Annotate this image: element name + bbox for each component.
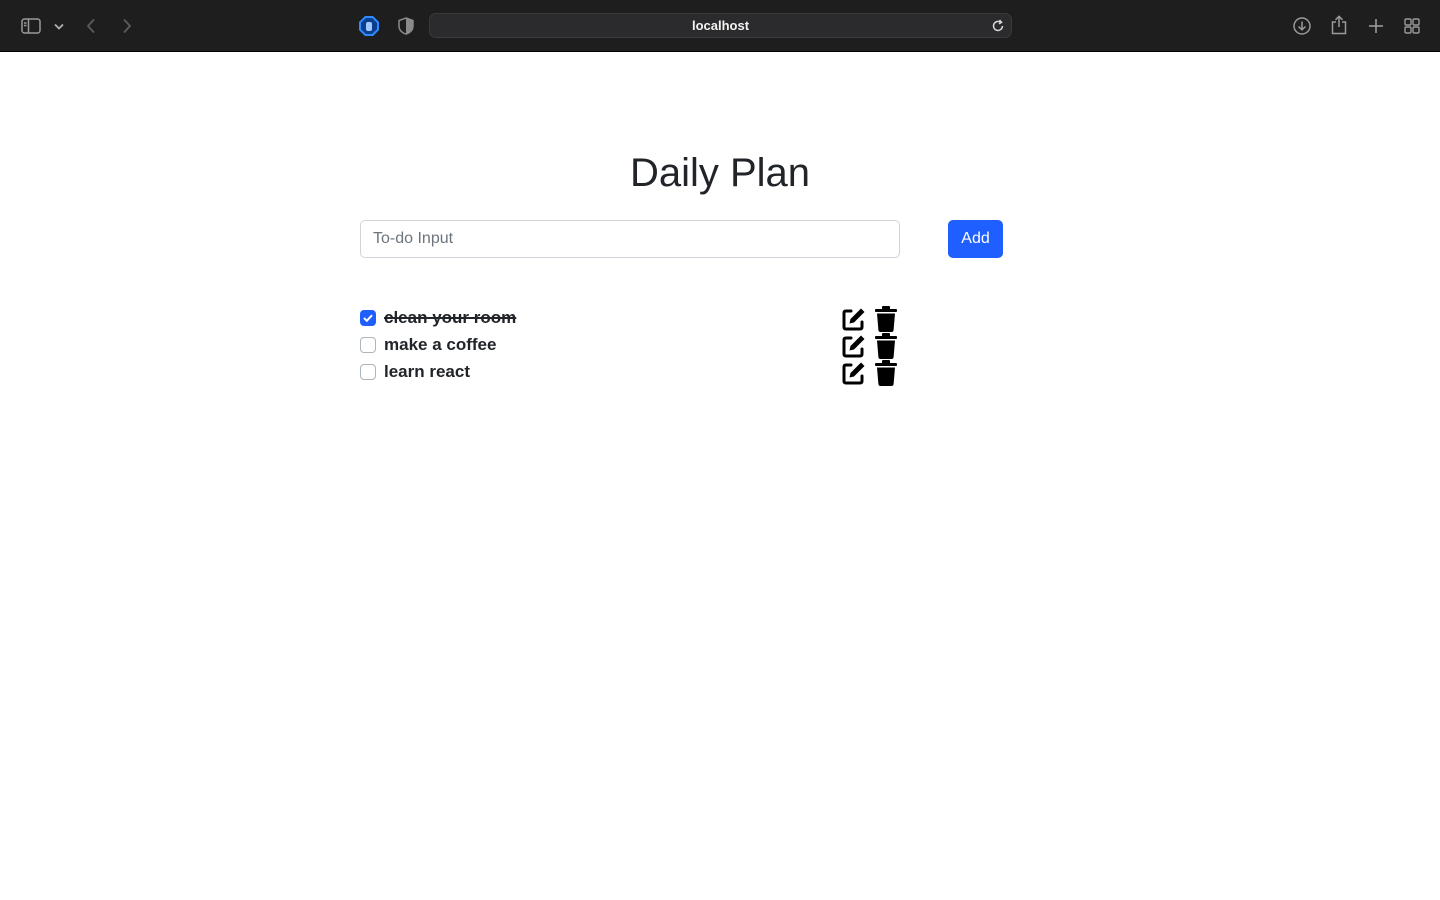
edit-icon[interactable] bbox=[840, 359, 868, 386]
sidebar-toggle-icon[interactable] bbox=[20, 16, 42, 36]
todo-item: make a coffee bbox=[360, 331, 905, 359]
extension-hand-icon[interactable] bbox=[357, 14, 381, 38]
todo-item: clean your room bbox=[360, 304, 905, 332]
todo-checkbox[interactable] bbox=[360, 336, 376, 353]
download-icon[interactable] bbox=[1291, 15, 1313, 37]
share-icon[interactable] bbox=[1329, 13, 1349, 37]
todo-actions bbox=[840, 305, 900, 332]
todo-input[interactable] bbox=[360, 220, 900, 258]
reload-icon[interactable] bbox=[991, 19, 1005, 38]
browser-toolbar: localhost bbox=[0, 0, 1440, 52]
todo-checkbox[interactable] bbox=[360, 363, 376, 380]
edit-icon[interactable] bbox=[840, 332, 868, 359]
back-arrow-icon[interactable] bbox=[82, 15, 100, 37]
trash-icon[interactable] bbox=[872, 332, 900, 359]
tab-overview-icon[interactable] bbox=[1402, 16, 1422, 36]
privacy-shield-icon[interactable] bbox=[396, 15, 416, 37]
plus-icon[interactable] bbox=[1366, 16, 1386, 36]
address-bar[interactable]: localhost bbox=[429, 13, 1012, 38]
address-text: localhost bbox=[691, 18, 750, 33]
trash-icon[interactable] bbox=[872, 305, 900, 332]
todo-item: learn react bbox=[360, 358, 905, 386]
check-icon bbox=[363, 314, 373, 322]
todo-actions bbox=[840, 332, 900, 359]
forward-arrow-icon[interactable] bbox=[118, 15, 136, 37]
todo-actions bbox=[840, 359, 900, 386]
trash-icon[interactable] bbox=[872, 359, 900, 386]
chevron-down-icon[interactable] bbox=[52, 18, 66, 34]
edit-icon[interactable] bbox=[840, 305, 868, 332]
todo-text: learn react bbox=[384, 361, 470, 381]
todo-checkbox[interactable] bbox=[360, 309, 376, 326]
todo-list: clean your room make a coffee learn reac… bbox=[360, 304, 905, 386]
page-title: Daily Plan bbox=[629, 151, 811, 195]
todo-text: make a coffee bbox=[384, 334, 497, 354]
todo-text: clean your room bbox=[384, 307, 517, 327]
add-button[interactable]: Add bbox=[948, 220, 1003, 258]
